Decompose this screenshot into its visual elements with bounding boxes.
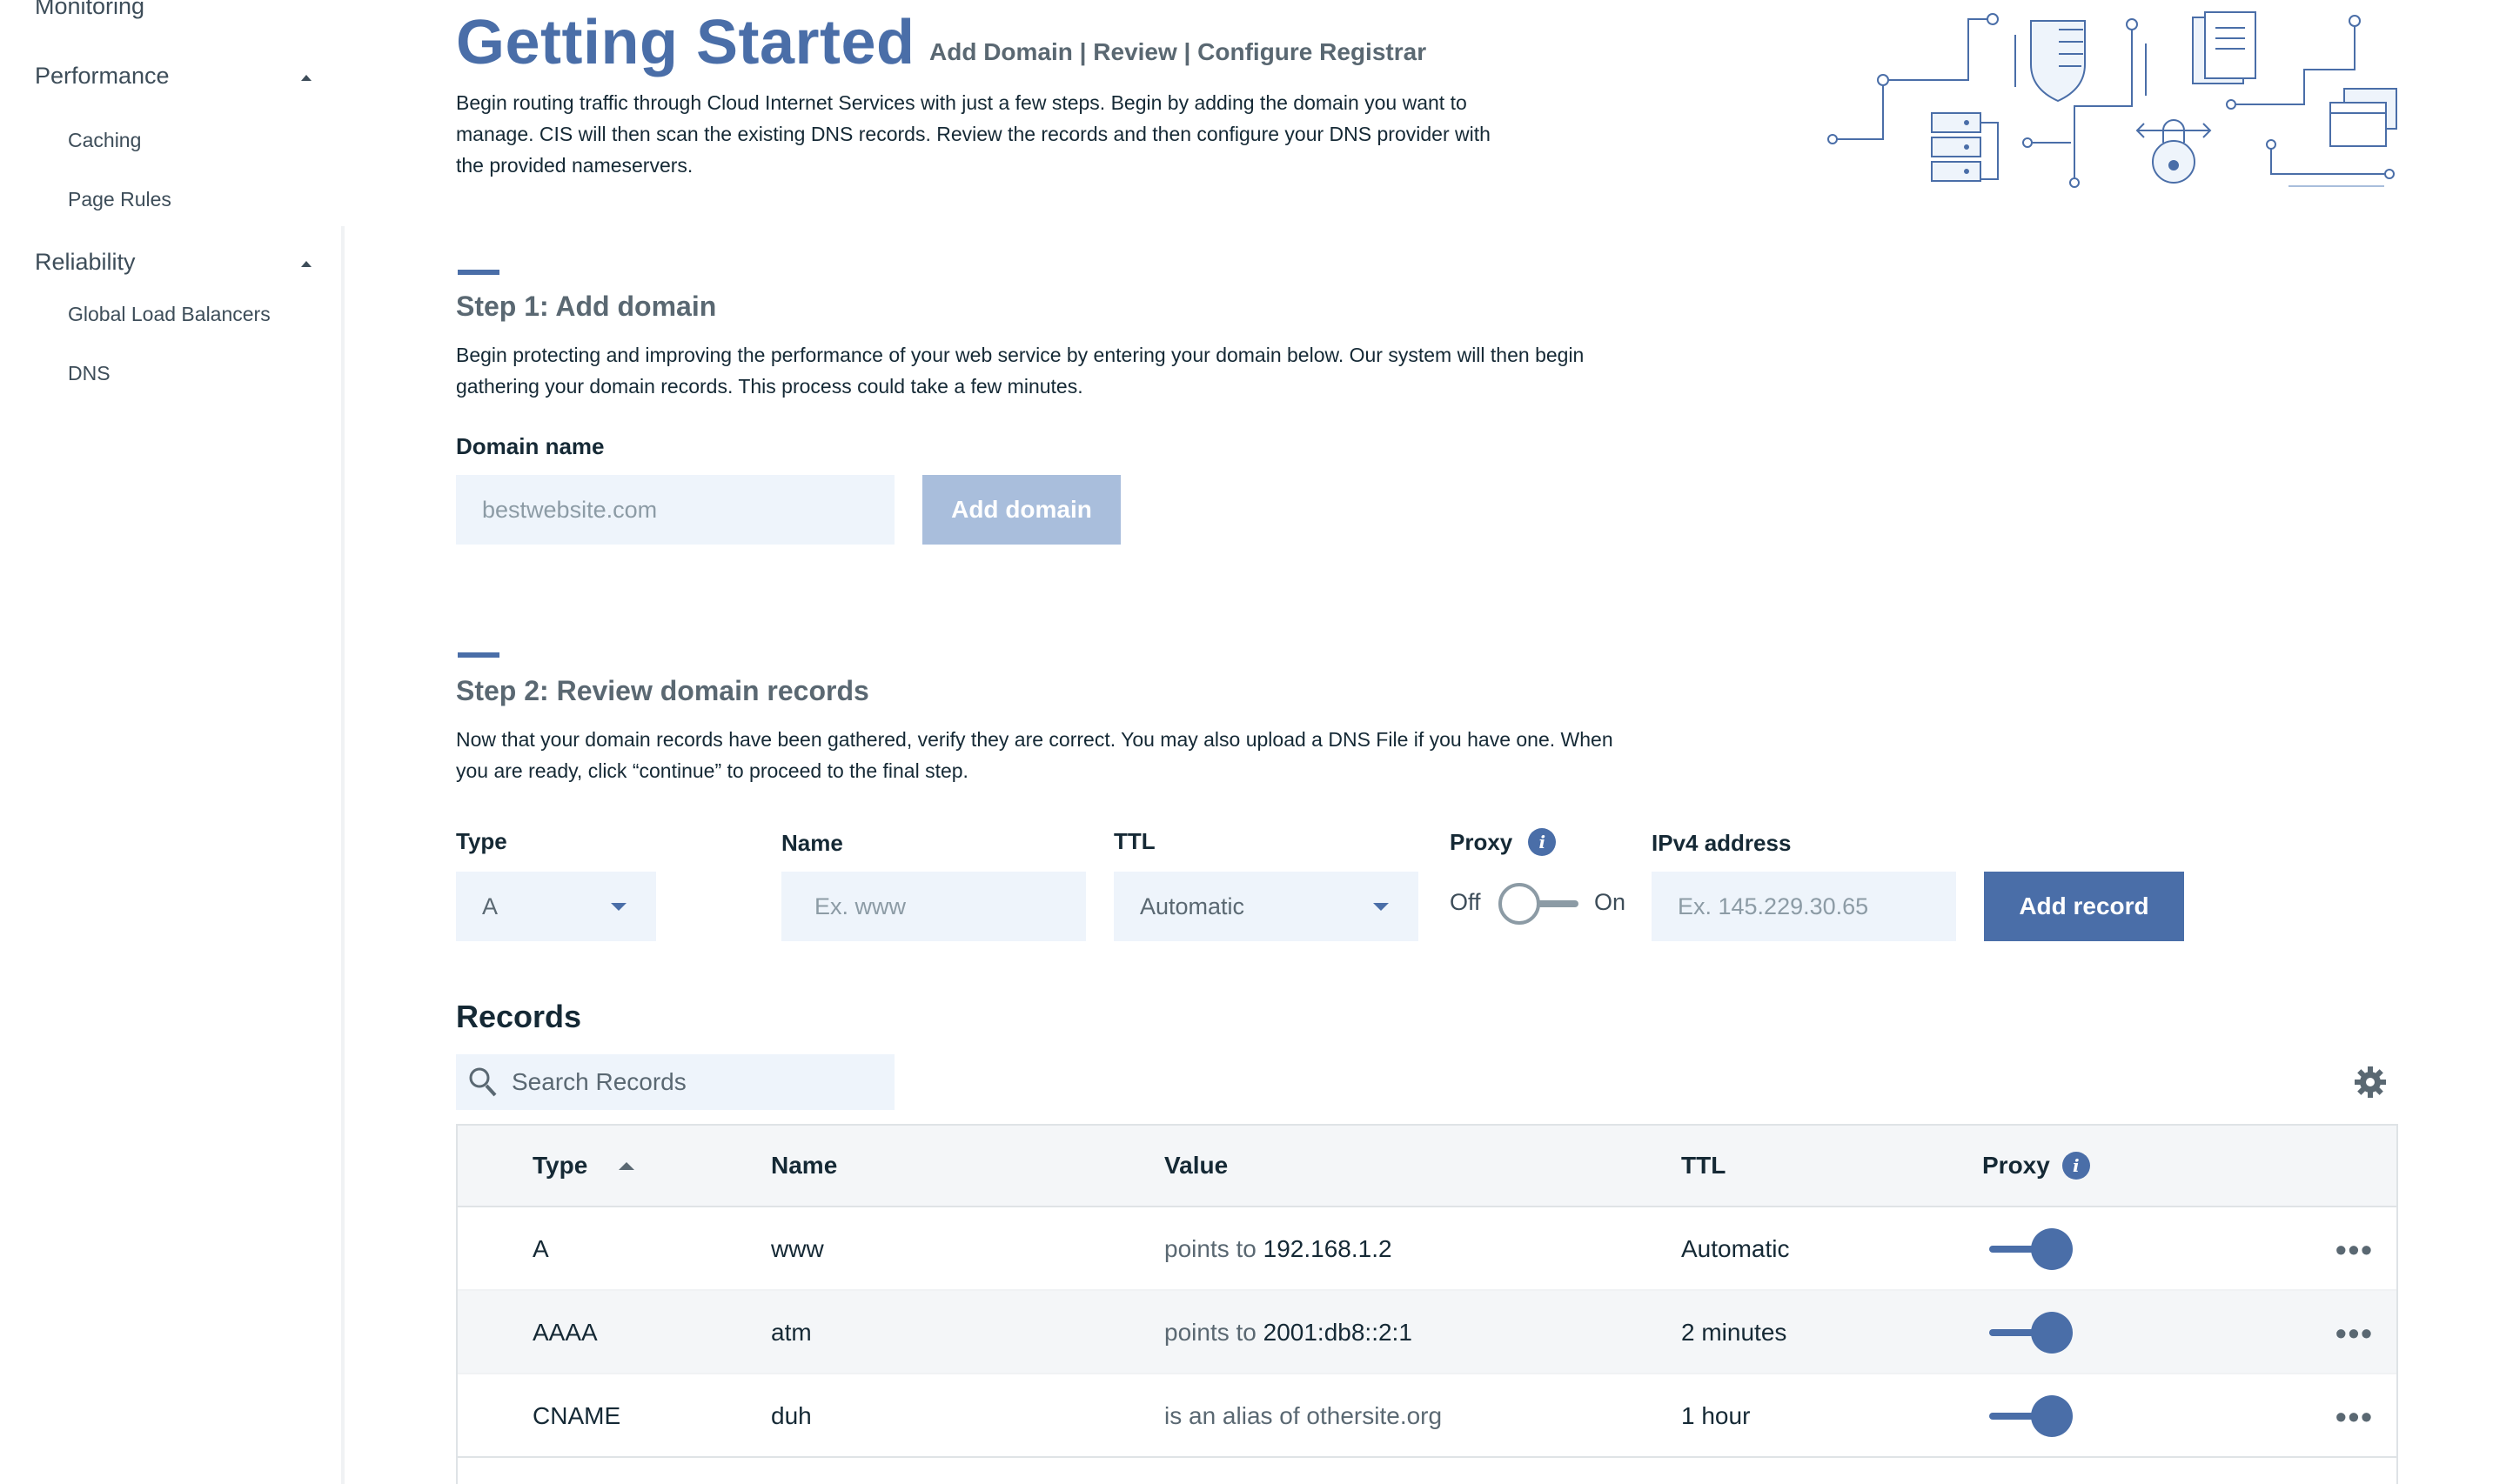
records-title: Records: [456, 999, 582, 1034]
record-name: www: [771, 1235, 824, 1262]
ttl-label: TTL: [1114, 828, 1156, 854]
proxy-toggle[interactable]: [1498, 883, 1578, 925]
step-indicator-bar: [458, 652, 499, 658]
intro-text: Begin routing traffic through Cloud Inte…: [456, 91, 1491, 177]
record-value-prefix: points to: [1164, 1235, 1256, 1262]
name-label: Name: [781, 830, 843, 856]
search-records-input[interactable]: Search Records: [456, 1054, 895, 1110]
record-value-text: 2001:db8::2:1: [1263, 1319, 1412, 1346]
step1-description: Begin protecting and improving the perfo…: [456, 344, 1585, 398]
domain-name-input[interactable]: [456, 475, 895, 545]
record-value-text: 192.168.1.2: [1263, 1235, 1392, 1262]
record-name-input[interactable]: [781, 872, 1086, 941]
info-icon[interactable]: i: [1528, 828, 1557, 856]
info-icon[interactable]: i: [2061, 1152, 2090, 1180]
record-type: CNAME: [533, 1402, 621, 1429]
column-header-name[interactable]: Name: [771, 1152, 837, 1180]
sidebar-section-performance[interactable]: Performance: [35, 63, 312, 90]
app-root: Monitoring Performance Caching Page Rule…: [0, 0, 2513, 1484]
step1-title: Step 1: Add domain: [456, 291, 717, 322]
sidebar-section-label: Performance: [35, 63, 170, 89]
sidebar-divider: [341, 226, 345, 1484]
sidebar-item-page-rules[interactable]: Page Rules: [68, 188, 171, 211]
ttl-select[interactable]: Automatic: [1114, 872, 1418, 941]
column-header-type[interactable]: Type: [533, 1152, 635, 1180]
record-ttl: Automatic: [1681, 1235, 1790, 1262]
toggle-knob: [2031, 1312, 2073, 1354]
ipv4-label: IPv4 address: [1652, 830, 1792, 856]
sidebar-item-global-load-balancers[interactable]: Global Load Balancers: [68, 303, 271, 326]
record-value-text: othersite.org: [1306, 1402, 1443, 1429]
gear-icon[interactable]: [2353, 1065, 2388, 1100]
record-value-prefix: points to: [1164, 1319, 1256, 1346]
record-proxy-toggle[interactable]: [1989, 1312, 2073, 1354]
step-indicator-bar: [458, 270, 499, 275]
column-header-value[interactable]: Value: [1164, 1152, 1228, 1180]
step-breadcrumb: Add Domain | Review | Configure Registra…: [929, 38, 1427, 65]
add-domain-button[interactable]: Add domain: [922, 475, 1121, 545]
sort-ascending-icon: [619, 1161, 635, 1170]
record-value: is an alias of othersite.org: [1164, 1402, 1442, 1430]
toggle-knob: [2031, 1395, 2073, 1437]
record-name: duh: [771, 1402, 812, 1429]
table-row: AAAA atm points to 2001:db8::2:1 2 minut…: [458, 1291, 2396, 1374]
type-label: Type: [456, 828, 507, 854]
sidebar-item-monitoring[interactable]: Monitoring: [35, 0, 144, 20]
record-name: atm: [771, 1319, 812, 1346]
record-proxy-toggle[interactable]: [1989, 1228, 2073, 1270]
table-pagination: [456, 1456, 2398, 1484]
proxy-label-group: Proxy i: [1450, 828, 1557, 856]
record-ttl: 2 minutes: [1681, 1319, 1787, 1346]
toggle-knob: [1498, 883, 1540, 925]
add-record-button[interactable]: Add record: [1984, 872, 2184, 941]
record-proxy-toggle[interactable]: [1989, 1395, 2073, 1437]
column-header-ttl[interactable]: TTL: [1681, 1152, 1726, 1180]
record-type: A: [533, 1235, 549, 1262]
caret-up-icon: [301, 75, 312, 81]
table-row: CNAME duh is an alias of othersite.org 1…: [458, 1374, 2396, 1458]
column-header-label: Proxy: [1982, 1152, 2050, 1179]
column-header-proxy[interactable]: Proxy i: [1982, 1152, 2090, 1180]
record-value-prefix: is an alias of: [1164, 1402, 1300, 1429]
overflow-menu-icon[interactable]: •••: [2335, 1315, 2374, 1352]
sidebar: Monitoring Performance Caching Page Rule…: [0, 0, 345, 1484]
record-ttl: 1 hour: [1681, 1402, 1751, 1429]
sidebar-item-caching[interactable]: Caching: [68, 129, 141, 152]
table-header: Type Name Value TTL Proxy i: [458, 1126, 2396, 1207]
sidebar-section-label: Reliability: [35, 249, 136, 275]
sidebar-section-reliability[interactable]: Reliability: [35, 249, 312, 276]
column-header-label: Type: [533, 1152, 588, 1179]
type-select-value: A: [482, 892, 499, 919]
proxy-off-label: Off: [1450, 889, 1481, 915]
step2-title: Step 2: Review domain records: [456, 675, 869, 706]
search-placeholder: Search Records: [512, 1068, 687, 1095]
record-value: points to 2001:db8::2:1: [1164, 1319, 1412, 1347]
sidebar-item-dns[interactable]: DNS: [68, 362, 111, 385]
chevron-down-icon: [611, 903, 627, 911]
chevron-down-icon: [1373, 903, 1389, 911]
search-icon: [469, 1067, 497, 1097]
proxy-on-label: On: [1594, 889, 1626, 915]
ipv4-address-input[interactable]: [1652, 872, 1956, 941]
record-type: AAAA: [533, 1319, 598, 1346]
overflow-menu-icon[interactable]: •••: [2335, 1399, 2374, 1435]
page-title: Getting Started: [456, 8, 915, 77]
domain-name-label: Domain name: [456, 433, 605, 459]
record-value: points to 192.168.1.2: [1164, 1235, 1392, 1263]
proxy-label: Proxy: [1450, 828, 1513, 855]
caret-up-icon: [301, 261, 312, 267]
table-row: A www points to 192.168.1.2 Automatic ••…: [458, 1207, 2396, 1291]
step2-description: Now that your domain records have been g…: [456, 728, 1613, 782]
records-table: Type Name Value TTL Proxy i A www points…: [456, 1124, 2398, 1458]
type-select[interactable]: A: [456, 872, 656, 941]
overflow-menu-icon[interactable]: •••: [2335, 1232, 2374, 1268]
ttl-select-value: Automatic: [1140, 892, 1245, 919]
toggle-knob: [2031, 1228, 2073, 1270]
main-content: Getting Started Add Domain | Review | Co…: [456, 0, 2457, 1484]
